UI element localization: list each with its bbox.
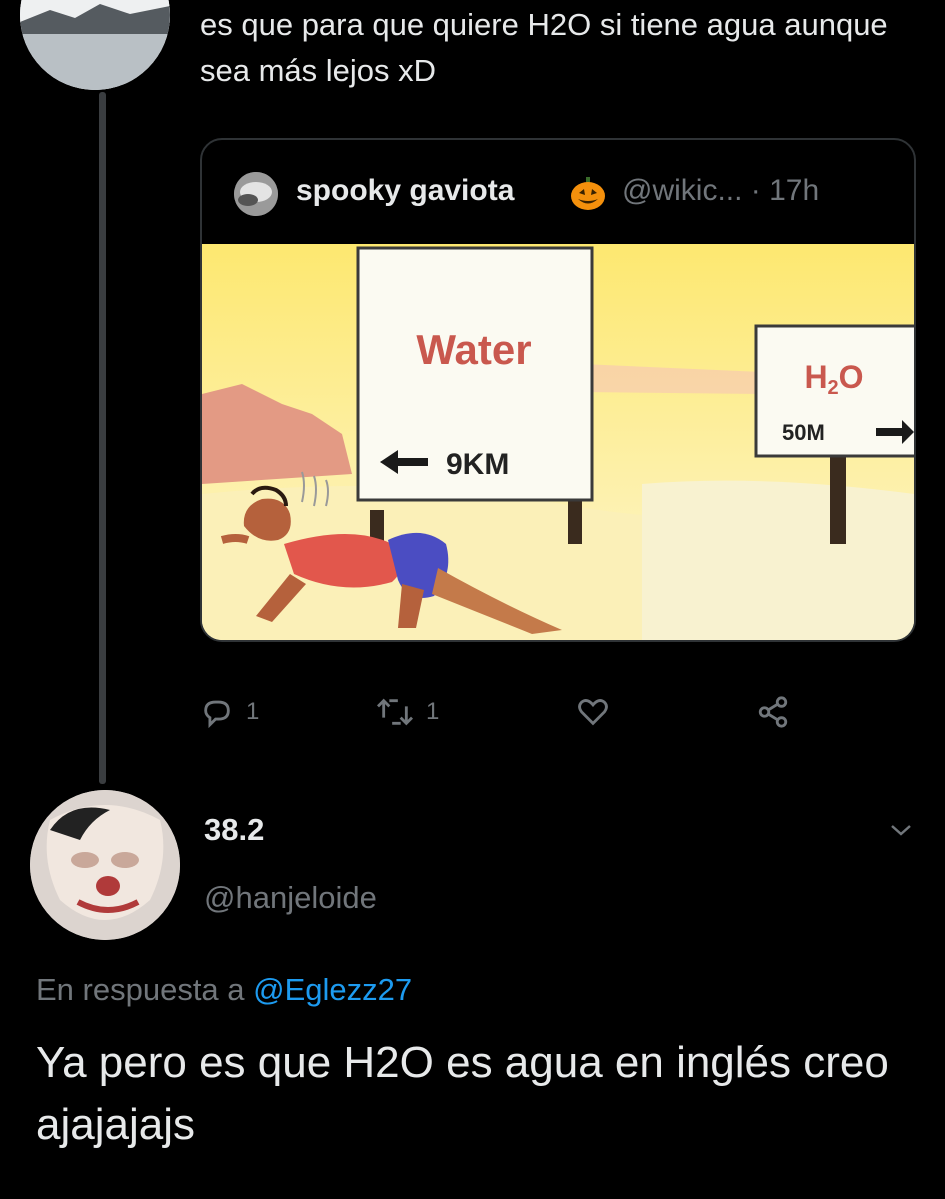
- share-icon: [758, 696, 788, 728]
- replying-to-prefix: En respuesta a: [36, 972, 245, 1007]
- quoted-tweet-author-name[interactable]: spooky gaviota: [296, 174, 514, 208]
- like-icon: [578, 699, 608, 726]
- reply-icon: [204, 700, 230, 729]
- share-button[interactable]: [756, 690, 790, 734]
- replying-to-mention[interactable]: @Eglezz27: [253, 972, 412, 1007]
- reply-author-name[interactable]: 38.2: [204, 812, 264, 848]
- retweet-icon: [376, 698, 414, 726]
- top-tweet-avatar[interactable]: [20, 0, 170, 90]
- chevron-down-icon[interactable]: [886, 818, 916, 842]
- h2o-sign-title-sub: 2: [828, 377, 839, 399]
- h2o-sign-title-main: H: [804, 359, 827, 395]
- reply-text: Ya pero es que H2O es agua en inglés cre…: [36, 1038, 889, 1149]
- h2o-sign-distance: 50M: [782, 420, 825, 445]
- water-sign-distance: 9KM: [446, 448, 509, 481]
- retweet-button[interactable]: 1: [376, 690, 439, 734]
- jack-o-lantern-icon: [571, 177, 605, 210]
- quoted-tweet-header: spooky gaviota @wikic... · 17h: [202, 140, 914, 244]
- quoted-tweet-card[interactable]: spooky gaviota @wikic... · 17h Water 9KM…: [200, 138, 916, 642]
- retweet-count: 1: [426, 698, 440, 725]
- reply-avatar[interactable]: [30, 790, 180, 940]
- replying-to-line: En respuesta a @Eglezz27: [36, 972, 412, 1008]
- tweet-action-bar: 1 1: [200, 690, 912, 740]
- reply-button[interactable]: 1: [200, 690, 259, 734]
- water-sign-title: Water: [416, 326, 531, 373]
- quoted-tweet-avatar[interactable]: [234, 172, 278, 216]
- reply-author-handle[interactable]: @hanjeloide: [204, 880, 377, 916]
- thread-line: [99, 92, 106, 784]
- h2o-sign-title-end: O: [839, 359, 864, 395]
- quoted-tweet-image[interactable]: Water 9KM H2O 50M: [202, 244, 914, 640]
- reply-count: 1: [246, 698, 260, 725]
- like-button[interactable]: [576, 690, 610, 734]
- quoted-tweet-handle-time: @wikic... · 17h: [622, 174, 820, 207]
- top-tweet-text: es que para que quiere H2O si tiene agua…: [200, 7, 888, 88]
